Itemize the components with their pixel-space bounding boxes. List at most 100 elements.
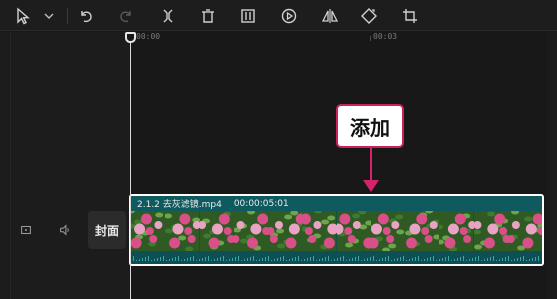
select-tool-icon[interactable] (12, 5, 34, 27)
waveform-bar (142, 258, 143, 261)
waveform-bar (319, 259, 320, 261)
waveform-bar (253, 256, 254, 261)
waveform-bar (286, 260, 287, 261)
waveform-bar (313, 256, 314, 261)
waveform-bar (514, 259, 515, 261)
waveform-bar (214, 259, 215, 261)
waveform-bar (490, 257, 491, 261)
waveform-bar (148, 256, 149, 261)
clip-filename: 2.1.2 去灰滤镜.mp4 (137, 200, 222, 210)
waveform-bar (427, 258, 428, 261)
audio-waveform (131, 251, 542, 264)
thumbnail-frame (336, 211, 371, 251)
waveform-bar (262, 258, 263, 261)
waveform-bar (421, 260, 422, 261)
waveform-bar (277, 258, 278, 261)
waveform-bar (196, 260, 197, 261)
waveform-bar (235, 257, 236, 261)
track-lock-icon[interactable] (18, 222, 34, 238)
waveform-bar (208, 256, 209, 261)
rotate-icon[interactable] (358, 5, 380, 27)
thumbnail-frame (302, 211, 337, 251)
waveform-bar (505, 257, 506, 261)
waveform-bar (379, 259, 380, 261)
clip-thumbnails (131, 211, 542, 251)
waveform-bar (295, 257, 296, 261)
waveform-bar (322, 258, 323, 261)
waveform-bar (181, 260, 182, 261)
waveform-bar (457, 258, 458, 261)
waveform-bar (484, 259, 485, 261)
waveform-bar (508, 256, 509, 261)
waveform-bar (349, 259, 350, 261)
vertical-scroll-area[interactable] (546, 32, 557, 299)
waveform-bar (241, 260, 242, 261)
playhead-line[interactable] (130, 40, 131, 299)
timeline-toolbar (0, 0, 557, 31)
toolbar-divider (67, 8, 68, 24)
waveform-bar (187, 258, 188, 261)
thumbnail-frame (131, 211, 166, 251)
track-header-panel (0, 32, 130, 299)
waveform-bar (238, 256, 239, 261)
thumbnail-frame (370, 211, 405, 251)
time-ruler[interactable]: 00:00 00:03 (130, 32, 557, 46)
cover-button[interactable]: 封面 (88, 211, 126, 249)
waveform-bar (424, 259, 425, 261)
crop-icon[interactable] (399, 5, 421, 27)
waveform-bar (325, 257, 326, 261)
waveform-bar (166, 260, 167, 261)
waveform-bar (376, 260, 377, 261)
waveform-bar (268, 256, 269, 261)
undo-icon[interactable] (75, 5, 97, 27)
thumbnail-frame (473, 211, 508, 251)
track-audio-icon[interactable] (57, 222, 73, 238)
select-dropdown-icon[interactable] (38, 5, 60, 27)
waveform-bar (529, 259, 530, 261)
play-reverse-icon[interactable] (278, 5, 300, 27)
split-icon[interactable] (157, 5, 179, 27)
waveform-bar (364, 259, 365, 261)
waveform-bar (172, 258, 173, 261)
delete-icon[interactable] (197, 5, 219, 27)
waveform-bar (487, 258, 488, 261)
waveform-bar (217, 258, 218, 261)
callout-arrow-head (363, 180, 379, 192)
waveform-bar (442, 258, 443, 261)
waveform-bar (343, 256, 344, 261)
waveform-bar (526, 260, 527, 261)
waveform-bar (244, 259, 245, 261)
ruler-tick (370, 36, 371, 41)
waveform-bar (193, 256, 194, 261)
playhead-handle[interactable] (125, 32, 136, 43)
waveform-bar (211, 260, 212, 261)
waveform-bar (439, 259, 440, 261)
waveform-bar (265, 257, 266, 261)
thumbnail-frame (405, 211, 440, 251)
waveform-bar (409, 259, 410, 261)
waveform-bar (178, 256, 179, 261)
waveform-bar (388, 256, 389, 261)
waveform-bar (190, 257, 191, 261)
waveform-bar (346, 260, 347, 261)
waveform-bar (493, 256, 494, 261)
waveform-bar (298, 256, 299, 261)
waveform-bar (406, 260, 407, 261)
waveform-bar (337, 258, 338, 261)
mirror-icon[interactable] (319, 5, 341, 27)
waveform-bar (229, 259, 230, 261)
video-clip[interactable]: 2.1.2 去灰滤镜.mp4 00:00:05:01 (129, 194, 544, 266)
freeze-frame-icon[interactable] (237, 5, 259, 27)
waveform-bar (283, 256, 284, 261)
waveform-bar (304, 259, 305, 261)
waveform-bar (301, 260, 302, 261)
ruler-label-1: 00:03 (373, 32, 398, 41)
redo-icon[interactable] (115, 5, 137, 27)
waveform-bar (226, 260, 227, 261)
waveform-bar (139, 259, 140, 261)
waveform-bar (478, 256, 479, 261)
waveform-bar (151, 260, 152, 261)
waveform-bar (331, 260, 332, 261)
waveform-bar (382, 258, 383, 261)
waveform-bar (415, 257, 416, 261)
